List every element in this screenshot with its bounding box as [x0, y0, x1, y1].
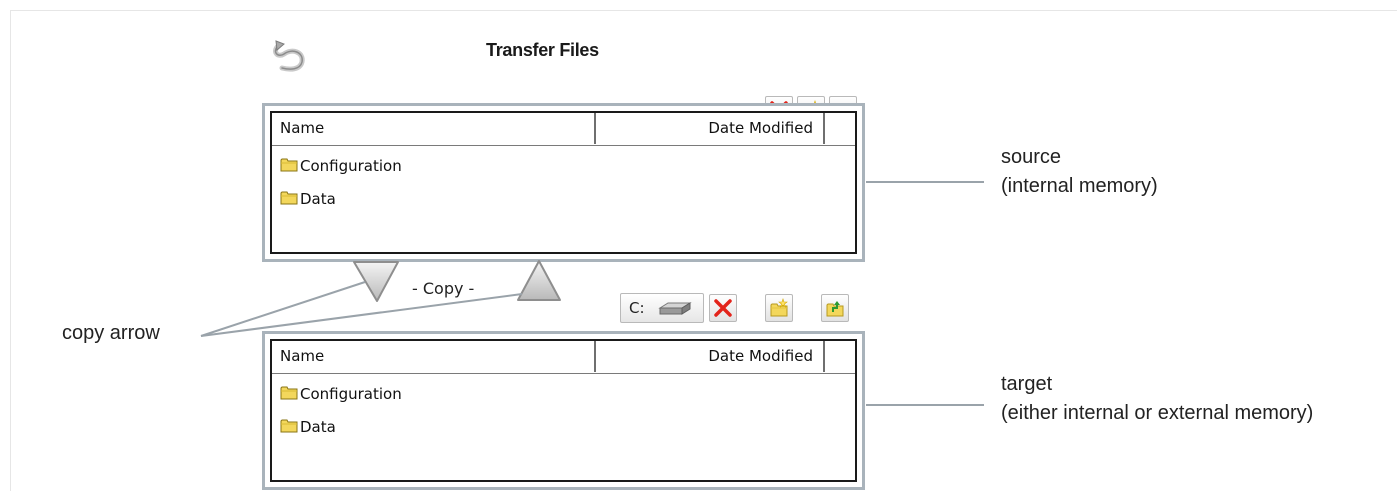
target-annotation-detail: (either internal or external memory) [1001, 402, 1314, 424]
copy-arrow-annotation: copy arrow [62, 322, 160, 344]
copy-arrow-callout-line-left [200, 281, 366, 337]
source-annotation-title: source [1001, 146, 1062, 168]
copy-arrow-callout-line-right [200, 293, 523, 337]
target-annotation-title: target [1001, 373, 1053, 395]
source-annotation-detail: (internal memory) [1001, 175, 1158, 197]
